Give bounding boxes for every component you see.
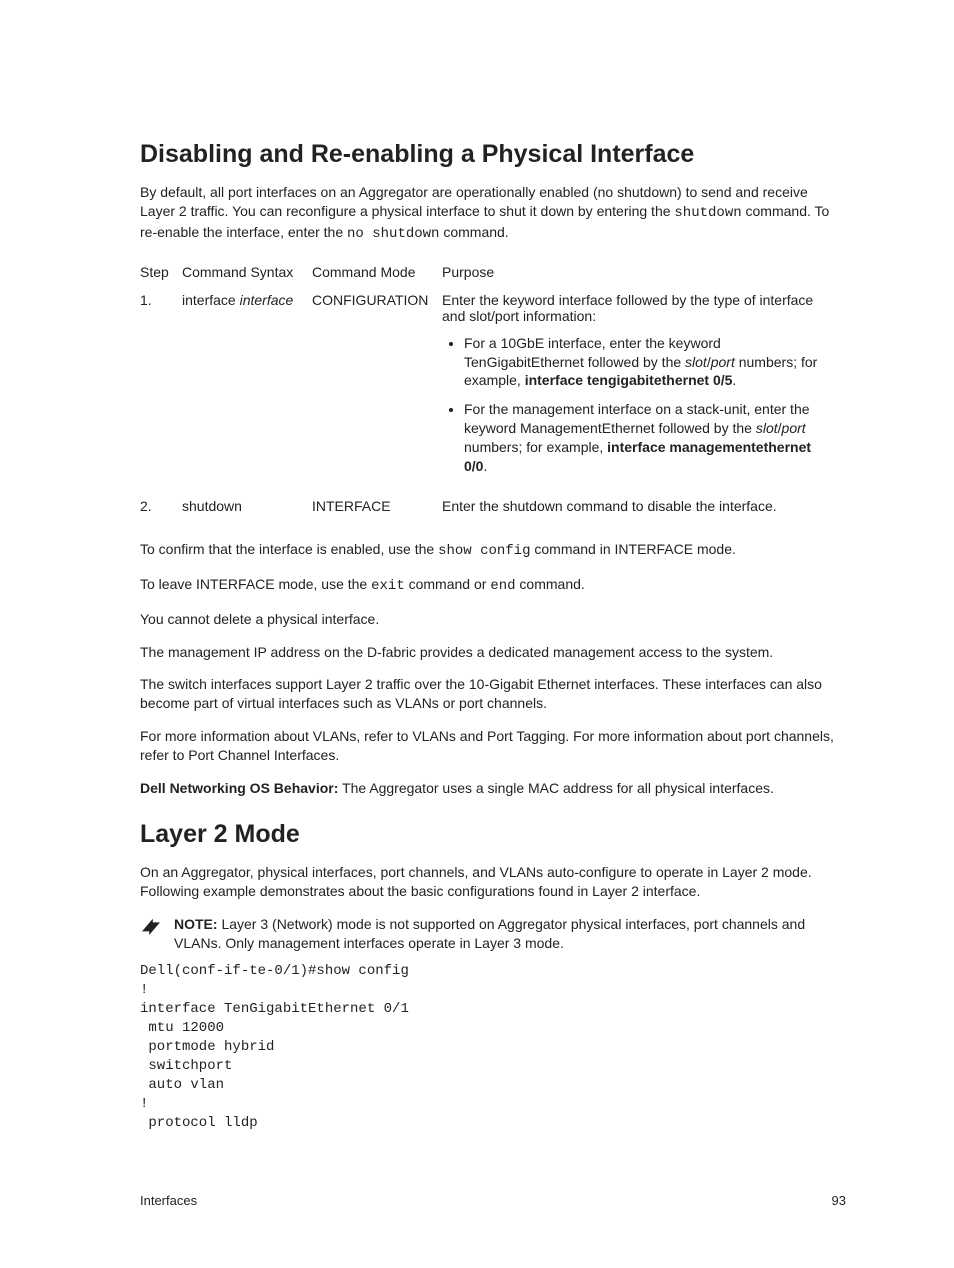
- behavior-text: The Aggregator uses a single MAC address…: [338, 780, 774, 796]
- cell-step: 1.: [140, 286, 182, 492]
- b2-slot: slot: [756, 420, 778, 436]
- b2-mid: numbers; for example,: [464, 439, 607, 455]
- p-moreinfo: For more information about VLANs, refer …: [140, 727, 846, 765]
- leave-post: command.: [516, 576, 585, 592]
- leave-mid: command or: [405, 576, 491, 592]
- b2-port: port: [782, 420, 806, 436]
- leave-pre: To leave INTERFACE mode, use the: [140, 576, 371, 592]
- syntax-italic: interface: [240, 292, 294, 308]
- cell-purpose: Enter the shutdown command to disable th…: [442, 492, 846, 520]
- bullet-mgmt: For the management interface on a stack-…: [464, 400, 836, 476]
- cell-purpose: Enter the keyword interface followed by …: [442, 286, 846, 492]
- p-nodelete: You cannot delete a physical interface.: [140, 610, 846, 629]
- p-leave: To leave INTERFACE mode, use the exit co…: [140, 575, 846, 596]
- purpose-bullets: For a 10GbE interface, enter the keyword…: [442, 334, 836, 476]
- heading-layer2: Layer 2 Mode: [140, 820, 846, 849]
- th-step: Step: [140, 258, 182, 286]
- b1-port: port: [711, 354, 735, 370]
- table-header-row: Step Command Syntax Command Mode Purpose: [140, 258, 846, 286]
- note-text: NOTE: Layer 3 (Network) mode is not supp…: [174, 915, 846, 953]
- p-switch: The switch interfaces support Layer 2 tr…: [140, 675, 846, 713]
- confirm-post: command in INTERFACE mode.: [530, 541, 735, 557]
- footer-right: 93: [832, 1193, 846, 1208]
- b1-slot: slot: [685, 354, 707, 370]
- p-confirm: To confirm that the interface is enabled…: [140, 540, 846, 561]
- note-body: Layer 3 (Network) mode is not supported …: [174, 916, 805, 951]
- intro-paragraph: By default, all port interfaces on an Ag…: [140, 183, 846, 244]
- cell-syntax: interface interface: [182, 286, 312, 492]
- page-footer: Interfaces 93: [140, 1193, 846, 1208]
- purpose-intro: Enter the keyword interface followed by …: [442, 292, 836, 324]
- cell-step: 2.: [140, 492, 182, 520]
- cell-mode: CONFIGURATION: [312, 286, 442, 492]
- th-mode: Command Mode: [312, 258, 442, 286]
- bullet-10gbe: For a 10GbE interface, enter the keyword…: [464, 334, 836, 391]
- th-syntax: Command Syntax: [182, 258, 312, 286]
- table-row: 1. interface interface CONFIGURATION Ent…: [140, 286, 846, 492]
- cell-syntax: shutdown: [182, 492, 312, 520]
- code-show-config: show config: [438, 543, 530, 559]
- command-table: Step Command Syntax Command Mode Purpose…: [140, 258, 846, 520]
- page: Disabling and Re-enabling a Physical Int…: [0, 0, 954, 1268]
- code-exit: exit: [371, 578, 405, 594]
- code-end: end: [490, 578, 515, 594]
- code-block: Dell(conf-if-te-0/1)#show config ! inter…: [140, 962, 846, 1132]
- code-no-shutdown: no shutdown: [347, 226, 439, 242]
- th-purpose: Purpose: [442, 258, 846, 286]
- p-behavior: Dell Networking OS Behavior: The Aggrega…: [140, 779, 846, 798]
- confirm-pre: To confirm that the interface is enabled…: [140, 541, 438, 557]
- b1-pre: For a 10GbE interface, enter the keyword…: [464, 335, 721, 370]
- b1-end: .: [732, 372, 736, 388]
- b2-end: .: [483, 458, 487, 474]
- syntax-pre: interface: [182, 292, 240, 308]
- footer-left: Interfaces: [140, 1193, 197, 1208]
- note-block: NOTE: Layer 3 (Network) mode is not supp…: [140, 915, 846, 953]
- table-row: 2. shutdown INTERFACE Enter the shutdown…: [140, 492, 846, 520]
- code-shutdown: shutdown: [674, 205, 741, 221]
- note-icon: [140, 917, 162, 935]
- layer2-intro: On an Aggregator, physical interfaces, p…: [140, 863, 846, 901]
- behavior-bold: Dell Networking OS Behavior:: [140, 780, 338, 796]
- cell-mode: INTERFACE: [312, 492, 442, 520]
- b1-bold: interface tengigabitethernet 0/5: [525, 372, 733, 388]
- intro-post: command.: [439, 224, 508, 240]
- note-label: NOTE:: [174, 916, 218, 932]
- heading-disabling: Disabling and Re-enabling a Physical Int…: [140, 140, 846, 169]
- p-mgmt: The management IP address on the D-fabri…: [140, 643, 846, 662]
